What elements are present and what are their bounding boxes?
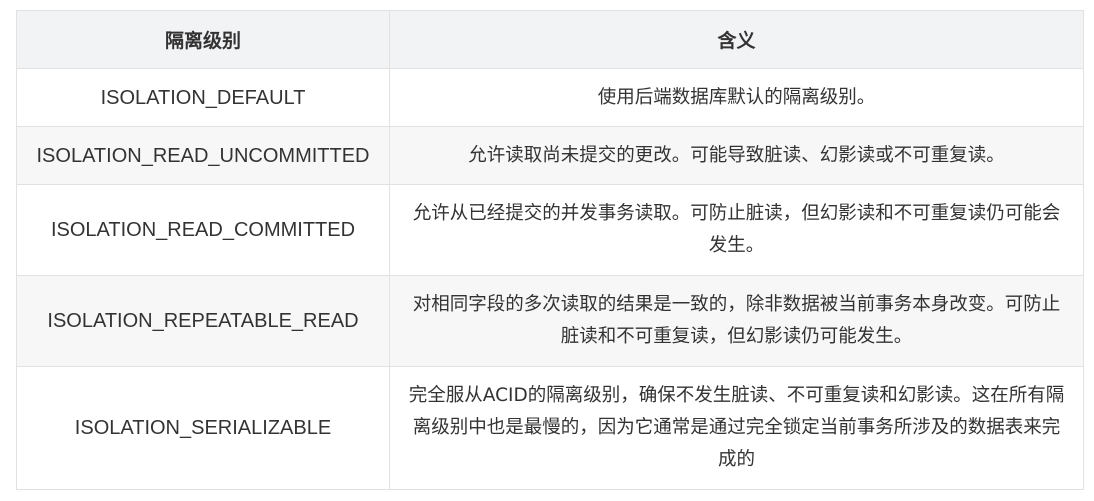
row-meaning: 对相同字段的多次读取的结果是一致的，除非数据被当前事务本身改变。可防止脏读和不可… bbox=[389, 275, 1084, 367]
table-row: ISOLATION_SERIALIZABLE 完全服从ACID的隔离级别，确保不… bbox=[16, 366, 1084, 490]
row-meaning: 允许从已经提交的并发事务读取。可防止脏读，但幻影读和不可重复读仍可能会发生。 bbox=[389, 184, 1084, 276]
header-meaning: 含义 bbox=[389, 10, 1084, 69]
row-level-name: ISOLATION_READ_UNCOMMITTED bbox=[16, 126, 390, 185]
table-row: ISOLATION_READ_UNCOMMITTED 允许读取尚未提交的更改。可… bbox=[16, 126, 1084, 185]
table-row: ISOLATION_DEFAULT 使用后端数据库默认的隔离级别。 bbox=[16, 68, 1084, 127]
table-row: ISOLATION_READ_COMMITTED 允许从已经提交的并发事务读取。… bbox=[16, 184, 1084, 276]
row-level-name: ISOLATION_READ_COMMITTED bbox=[16, 184, 390, 276]
table-header-row: 隔离级别 含义 bbox=[16, 10, 1084, 69]
row-meaning: 完全服从ACID的隔离级别，确保不发生脏读、不可重复读和幻影读。这在所有隔离级别… bbox=[389, 366, 1084, 490]
table-row: ISOLATION_REPEATABLE_READ 对相同字段的多次读取的结果是… bbox=[16, 275, 1084, 367]
row-meaning: 允许读取尚未提交的更改。可能导致脏读、幻影读或不可重复读。 bbox=[389, 126, 1084, 185]
row-level-name: ISOLATION_SERIALIZABLE bbox=[16, 366, 390, 490]
header-isolation-level: 隔离级别 bbox=[16, 10, 390, 69]
row-level-name: ISOLATION_DEFAULT bbox=[16, 68, 390, 127]
isolation-levels-table: 隔离级别 含义 ISOLATION_DEFAULT 使用后端数据库默认的隔离级别… bbox=[16, 10, 1084, 490]
isolation-levels-table-container: 隔离级别 含义 ISOLATION_DEFAULT 使用后端数据库默认的隔离级别… bbox=[16, 10, 1084, 490]
row-level-name: ISOLATION_REPEATABLE_READ bbox=[16, 275, 390, 367]
row-meaning: 使用后端数据库默认的隔离级别。 bbox=[389, 68, 1084, 127]
